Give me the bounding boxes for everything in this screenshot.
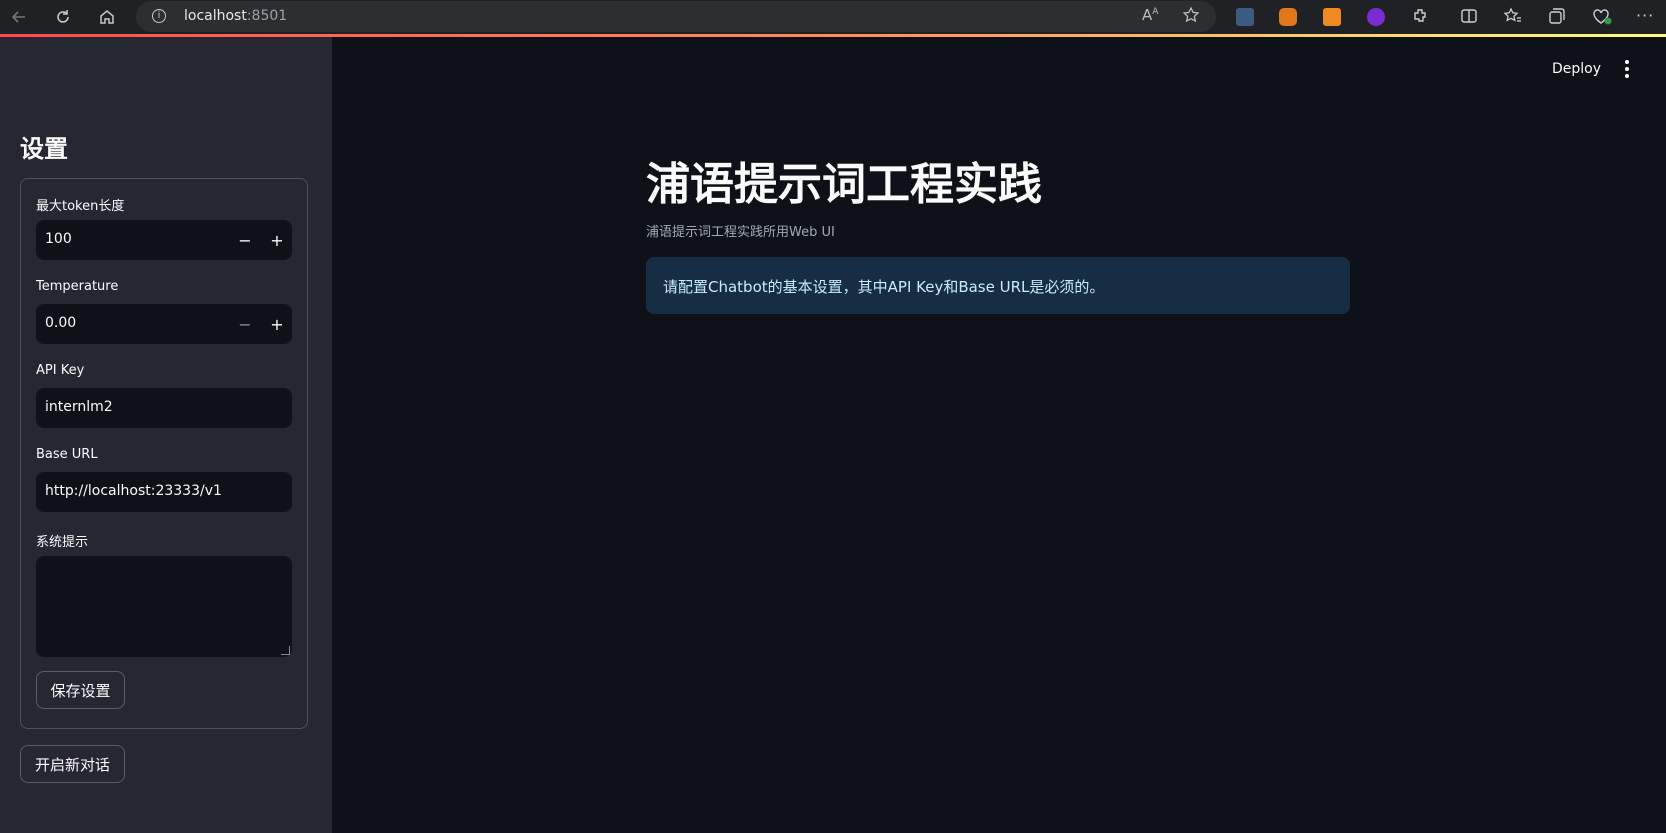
api-key-label: API Key: [36, 363, 85, 378]
refresh-icon[interactable]: [50, 4, 76, 30]
browser-essentials-icon[interactable]: [1591, 6, 1613, 30]
base-url-value: http://localhost:23333/v1: [45, 483, 222, 499]
save-settings-button[interactable]: 保存设置: [36, 671, 125, 709]
favorite-star-icon[interactable]: [1182, 6, 1200, 28]
temperature-label: Temperature: [36, 279, 119, 294]
info-icon[interactable]: i: [152, 9, 166, 23]
max-tokens-value: 100: [45, 231, 72, 247]
search-extension-icon[interactable]: [1323, 8, 1341, 26]
url-host: localhost: [184, 8, 247, 24]
resize-handle-icon[interactable]: [281, 646, 290, 655]
home-icon[interactable]: [94, 4, 120, 30]
settings-more-icon[interactable]: ···: [1636, 6, 1654, 25]
fox-extension-icon[interactable]: [1279, 8, 1297, 26]
info-alert: 请配置Chatbot的基本设置，其中API Key和Base URL是必须的。: [646, 257, 1350, 314]
api-key-value: internlm2: [45, 399, 113, 415]
page-caption: 浦语提示词工程实践所用Web UI: [646, 225, 835, 240]
split-screen-icon[interactable]: [1459, 6, 1479, 30]
max-tokens-decrement-button[interactable]: −: [229, 220, 261, 260]
max-tokens-label: 最大token长度: [36, 199, 125, 214]
base-url-label: Base URL: [36, 447, 98, 462]
max-tokens-input[interactable]: 100 − +: [36, 220, 292, 260]
base-url-input[interactable]: http://localhost:23333/v1: [36, 472, 292, 512]
browser-toolbar: i localhost:8501 AA ···: [0, 0, 1666, 35]
deploy-button[interactable]: Deploy: [1552, 61, 1601, 77]
max-tokens-increment-button[interactable]: +: [261, 220, 293, 260]
temperature-value: 0.00: [45, 315, 77, 331]
page-title: 浦语提示词工程实践: [646, 159, 1042, 210]
info-alert-text: 请配置Chatbot的基本设置，其中API Key和Base URL是必须的。: [663, 278, 1105, 296]
new-chat-button[interactable]: 开启新对话: [20, 745, 125, 783]
back-arrow-icon[interactable]: [6, 4, 32, 30]
read-aloud-icon[interactable]: AA: [1142, 6, 1158, 24]
extensions-puzzle-icon[interactable]: [1411, 6, 1431, 30]
url-text: localhost:8501: [184, 8, 287, 24]
address-bar[interactable]: i localhost:8501 AA: [136, 1, 1216, 32]
api-key-input[interactable]: internlm2: [36, 388, 292, 428]
url-port: :8501: [246, 8, 288, 24]
temperature-increment-button[interactable]: +: [261, 304, 293, 344]
extension-bars-icon[interactable]: [1236, 8, 1254, 26]
temperature-input[interactable]: 0.00 − +: [36, 304, 292, 344]
temperature-decrement-button[interactable]: −: [229, 304, 261, 344]
settings-form: 最大token长度 100 − + Temperature 0.00 − + A…: [20, 178, 308, 729]
purple-extension-icon[interactable]: [1367, 8, 1385, 26]
sidebar: 设置 最大token长度 100 − + Temperature 0.00 − …: [0, 37, 332, 833]
system-prompt-textarea[interactable]: [36, 556, 292, 657]
collections-icon[interactable]: [1547, 6, 1567, 30]
main-menu-icon[interactable]: [1621, 57, 1633, 81]
system-prompt-label: 系统提示: [36, 535, 89, 550]
sidebar-title: 设置: [20, 135, 68, 163]
favorites-icon[interactable]: [1503, 6, 1523, 30]
